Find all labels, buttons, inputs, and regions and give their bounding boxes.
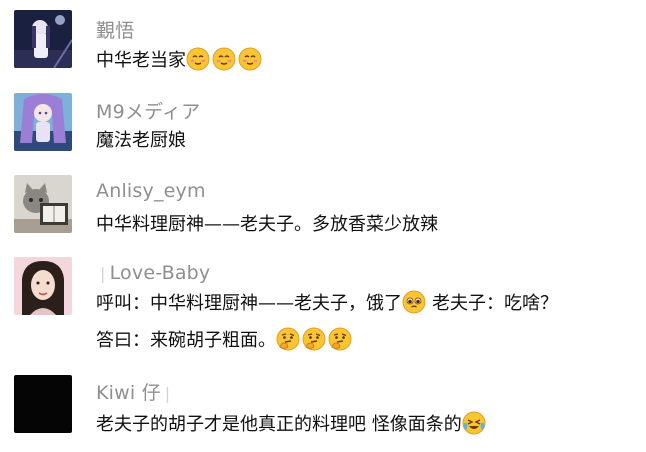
name-prefix-glyph: ❘ — [96, 264, 110, 283]
user-avatar[interactable] — [14, 175, 72, 233]
username-text: Love-Baby — [109, 262, 211, 284]
comment-line: 魔法老厨娘 — [96, 130, 186, 151]
comment-line: 呼叫：中华料理厨神——老夫子，饿了 — [96, 293, 402, 314]
username[interactable]: ❘Love-Baby — [96, 262, 210, 284]
name-suffix-glyph: ❘ — [160, 384, 175, 403]
user-avatar[interactable] — [14, 93, 72, 151]
comment-text: 呼叫：中华料理厨神——老夫子，饿了 老夫子：吃啥？ — [96, 290, 558, 317]
smiling-face-emoji — [238, 47, 262, 71]
username-text: Kiwi 仔 — [96, 382, 161, 404]
comment-text: 中华老当家 — [96, 47, 264, 74]
thinking-face-emoji — [276, 327, 300, 351]
black-avatar — [14, 375, 72, 433]
thinking-face-emoji — [328, 327, 352, 351]
comment-text: 答曰：来碗胡子粗面。 — [96, 327, 354, 354]
smiling-face-emoji — [212, 47, 236, 71]
crying-laughing-emoji — [462, 411, 486, 435]
comment-line: 答曰：来碗胡子粗面。 — [96, 330, 276, 351]
username[interactable]: M9メディア — [96, 97, 200, 124]
anime-girl-night-avatar — [14, 10, 72, 68]
thinking-face-emoji — [302, 327, 326, 351]
user-avatar[interactable] — [14, 257, 72, 315]
comment-text: 魔法老厨娘 — [96, 128, 186, 154]
comment-line: 中华料理厨神——老夫子。多放香菜少放辣 — [96, 214, 438, 235]
comment-line: 老夫子的胡子才是他真正的料理吧 怪像面条的 — [96, 414, 462, 435]
user-avatar[interactable] — [14, 375, 72, 433]
pleading-face-emoji — [402, 290, 426, 314]
comment-text: 老夫子的胡子才是他真正的料理吧 怪像面条的 — [96, 411, 488, 438]
user-avatar[interactable] — [14, 10, 72, 68]
username[interactable]: Anlisy_eym — [96, 180, 206, 202]
woman-portrait-avatar — [14, 257, 72, 315]
username[interactable]: 覲悟 — [96, 16, 134, 43]
comment-feed: 覲悟 中华老当家 M9メディア 魔法老厨娘 Anlisy_eym 中华料理厨神—… — [0, 0, 646, 452]
comment-text: 中华料理厨神——老夫子。多放香菜少放辣 — [96, 212, 438, 238]
smiling-face-emoji — [186, 47, 210, 71]
anime-purple-hair-avatar — [14, 93, 72, 151]
username[interactable]: Kiwi 仔❘ — [96, 378, 174, 405]
comment-line: 老夫子：吃啥？ — [432, 293, 558, 314]
comment-line: 中华老当家 — [96, 50, 186, 71]
cat-reading-book-avatar — [14, 175, 72, 233]
